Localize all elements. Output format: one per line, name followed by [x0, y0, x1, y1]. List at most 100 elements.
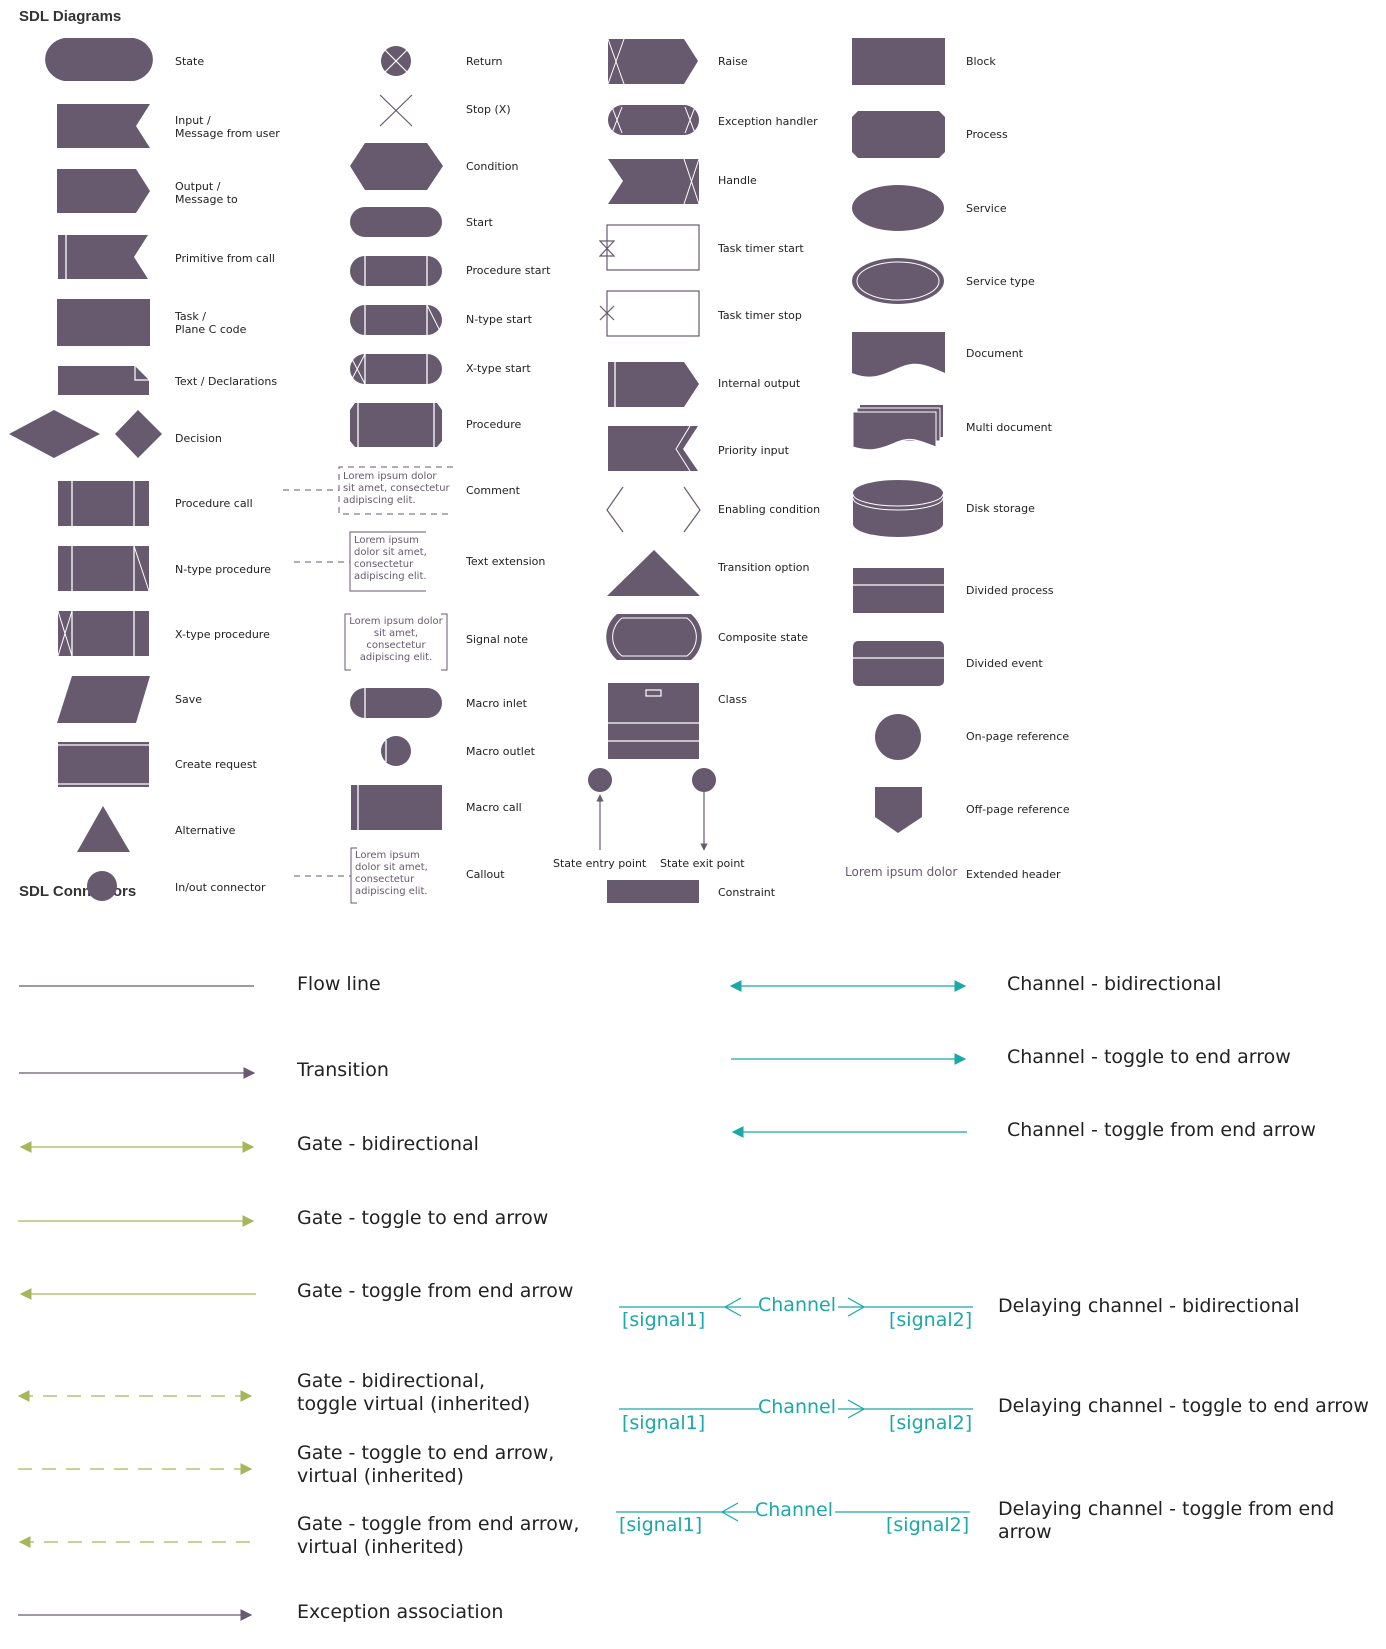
service-type-shape[interactable]	[852, 258, 944, 304]
class-shape[interactable]	[608, 683, 699, 759]
label-alternative: Alternative	[175, 824, 236, 837]
label-procedure-start: Procedure start	[466, 264, 551, 277]
document-shape[interactable]	[852, 332, 945, 377]
n-type-procedure-shape[interactable]	[58, 545, 150, 592]
label-x-type-start: X-type start	[466, 362, 531, 375]
procedure-shape[interactable]	[350, 403, 442, 447]
label-macro-outlet: Macro outlet	[466, 745, 535, 758]
signal-note-text: Lorem ipsum dolor sit amet, consectetur …	[349, 616, 443, 663]
delaying-bidirectional-signal2: [signal2]	[889, 1309, 973, 1331]
label-channel-to-end: Channel - toggle to end arrow	[1007, 1046, 1291, 1068]
internal-output-shape[interactable]	[608, 362, 699, 407]
procedure-start-shape[interactable]	[350, 256, 442, 286]
label-channel-from-end: Channel - toggle from end arrow	[1007, 1119, 1316, 1141]
constraint-shape[interactable]	[607, 880, 699, 903]
label-task: Task / Plane C code	[175, 310, 247, 336]
label-comment: Comment	[466, 484, 520, 497]
label-output: Output / Message to	[175, 180, 238, 206]
output-shape[interactable]	[57, 169, 150, 213]
delaying-bidirectional-signal1: [signal1]	[622, 1309, 706, 1331]
label-decision: Decision	[175, 432, 222, 445]
label-priority-input: Priority input	[718, 444, 789, 457]
label-gate-bidirectional-virtual: Gate - bidirectional, toggle virtual (in…	[297, 1370, 531, 1415]
save-shape[interactable]	[57, 676, 150, 723]
delaying-from-end-channel-text: Channel	[755, 1499, 834, 1521]
label-transition-option: Transition option	[718, 561, 810, 574]
label-state-entry-point: State entry point	[553, 857, 647, 870]
task-shape[interactable]	[57, 299, 150, 346]
process-shape[interactable]	[852, 111, 945, 158]
label-handle: Handle	[718, 174, 757, 187]
off-page-reference-shape[interactable]	[875, 787, 922, 833]
block-shape[interactable]	[852, 38, 945, 85]
macro-inlet-shape[interactable]	[350, 688, 442, 718]
alternative-shape[interactable]	[77, 806, 130, 852]
primitive-from-call-shape[interactable]	[58, 235, 148, 279]
input-shape[interactable]	[57, 104, 150, 148]
delaying-bidirectional-channel-text: Channel	[758, 1294, 837, 1316]
start-shape[interactable]	[350, 207, 442, 237]
delaying-from-end-signal1: [signal1]	[619, 1514, 703, 1536]
condition-shape[interactable]	[350, 143, 443, 190]
label-task-timer-start: Task timer start	[718, 242, 804, 255]
on-page-reference-shape[interactable]	[875, 714, 921, 760]
service-shape[interactable]	[852, 185, 944, 231]
state-exit-point-shape[interactable]	[692, 768, 716, 851]
label-state: State	[175, 55, 205, 68]
in-out-connector-shape[interactable]	[87, 871, 117, 901]
state-shape[interactable]	[45, 38, 153, 81]
text-declarations-shape[interactable]	[58, 366, 149, 395]
label-service-type: Service type	[966, 275, 1035, 288]
label-signal-note: Signal note	[466, 633, 529, 646]
state-entry-point-shape[interactable]	[588, 768, 612, 850]
divided-event-shape[interactable]	[853, 641, 944, 686]
transition-option-shape[interactable]	[607, 550, 700, 596]
label-gate-bidirectional: Gate - bidirectional	[297, 1133, 479, 1155]
callout-shape[interactable]	[294, 847, 357, 904]
extended-header-note-text[interactable]: Lorem ipsum dolor	[845, 866, 957, 878]
comment-note-text: Lorem ipsum dolor sit amet, consectetur …	[343, 471, 450, 506]
create-request-shape[interactable]	[58, 742, 149, 787]
label-off-page-reference: Off-page reference	[966, 803, 1070, 816]
label-divided-event: Divided event	[966, 657, 1043, 670]
task-timer-start-shape[interactable]	[598, 224, 700, 271]
label-primitive-from-call: Primitive from call	[175, 252, 275, 265]
label-channel-bidirectional: Channel - bidirectional	[1007, 973, 1222, 995]
label-stop: Stop (X)	[466, 103, 511, 116]
label-delaying-to-end: Delaying channel - toggle to end arrow	[998, 1395, 1369, 1417]
label-divided-process: Divided process	[966, 584, 1054, 597]
label-disk-storage: Disk storage	[966, 502, 1035, 515]
handle-shape[interactable]	[608, 158, 700, 205]
x-type-start-shape[interactable]	[350, 353, 442, 385]
macro-call-shape[interactable]	[351, 785, 442, 830]
label-constraint: Constraint	[718, 886, 776, 899]
return-shape[interactable]	[381, 46, 411, 76]
text-extension-note-text: Lorem ipsum dolor sit amet, consectetur …	[354, 535, 427, 582]
label-class: Class	[718, 693, 747, 706]
stop-shape[interactable]	[379, 94, 413, 127]
label-macro-call: Macro call	[466, 801, 522, 814]
procedure-call-shape[interactable]	[58, 481, 149, 526]
label-text-extension: Text extension	[466, 555, 546, 568]
label-gate-to-end: Gate - toggle to end arrow	[297, 1207, 549, 1229]
disk-storage-shape[interactable]	[852, 480, 944, 537]
delaying-to-end-signal1: [signal1]	[622, 1412, 706, 1434]
enabling-condition-shape[interactable]	[606, 486, 701, 533]
decision-shape[interactable]	[9, 410, 162, 458]
multi-document-shape[interactable]	[852, 405, 943, 451]
macro-outlet-shape[interactable]	[381, 736, 411, 766]
raise-shape[interactable]	[607, 38, 698, 85]
composite-state-shape[interactable]	[606, 614, 702, 660]
n-type-start-shape[interactable]	[350, 304, 442, 335]
label-on-page-reference: On-page reference	[966, 730, 1070, 743]
label-multi-document: Multi document	[966, 421, 1052, 434]
label-input: Input / Message from user	[175, 114, 280, 140]
divided-process-shape[interactable]	[853, 568, 944, 613]
delaying-to-end-signal2: [signal2]	[889, 1412, 973, 1434]
priority-input-shape[interactable]	[608, 425, 698, 472]
label-text-declarations: Text / Declarations	[175, 375, 278, 388]
x-type-procedure-shape[interactable]	[57, 610, 149, 657]
task-timer-stop-shape[interactable]	[599, 290, 700, 337]
exception-handler-shape[interactable]	[608, 105, 699, 135]
label-delaying-bidirectional: Delaying channel - bidirectional	[998, 1295, 1300, 1317]
